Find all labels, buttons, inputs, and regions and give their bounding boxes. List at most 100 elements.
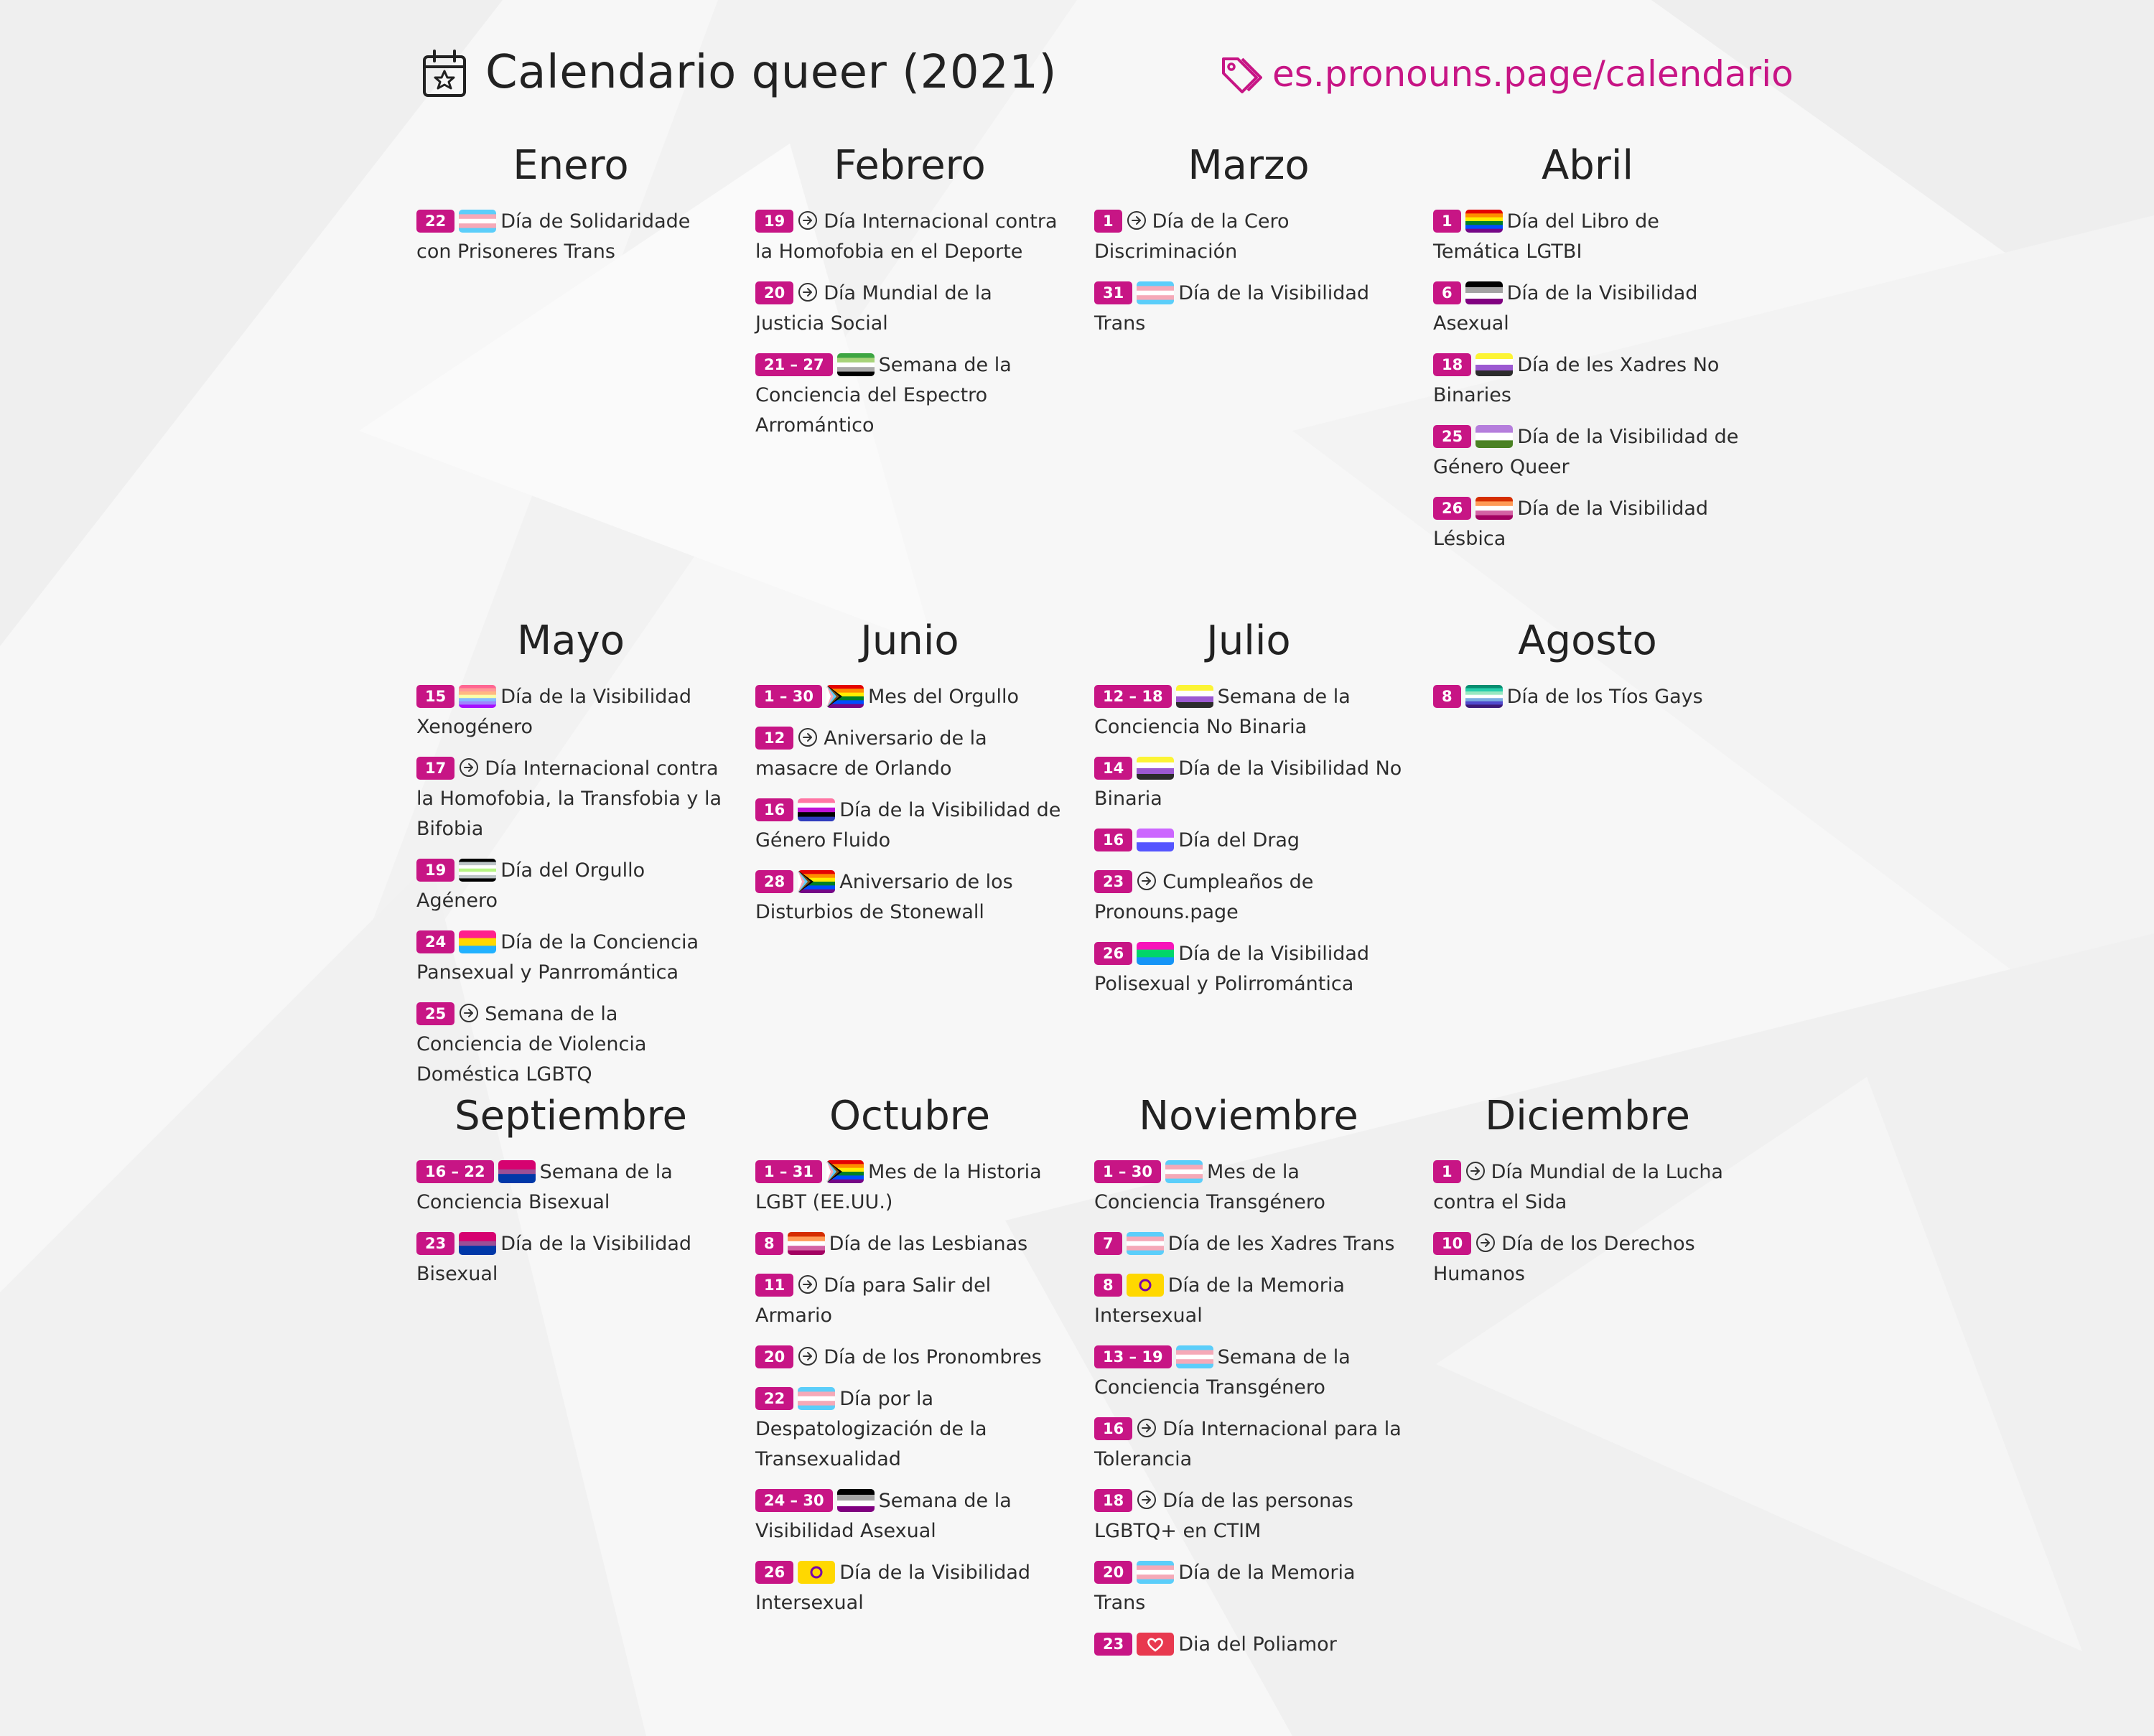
event-date-badge: 20 (1094, 1560, 1133, 1584)
calendar-event[interactable]: 7 Día de les Xadres Trans (1094, 1229, 1403, 1259)
calendar-event[interactable]: 15 Día de la Visibilidad Xenogénero (416, 682, 725, 742)
arrow-circle-icon (1137, 871, 1157, 891)
calendar-event[interactable]: 12 – 18 Semana de la Conciencia No Binari… (1094, 682, 1403, 742)
event-date-badge: 1 (1433, 1159, 1461, 1183)
arrow-circle-icon (1137, 1418, 1157, 1438)
calendar-event[interactable]: 16 – 22 Semana de la Conciencia Bisexual (416, 1157, 725, 1218)
calendar-event[interactable]: 10 Día de los Derechos Humanos (1433, 1229, 1742, 1289)
event-date-badge: 26 (755, 1560, 794, 1584)
event-date-badge: 10 (1433, 1231, 1472, 1255)
month-febrero: Febrero 19 Día Internacional contra la Hom… (755, 141, 1064, 452)
calendar-event[interactable]: 1 – 31 Mes de la Historia LGBT (EE.UU.) (755, 1157, 1064, 1218)
event-date-badge: 22 (755, 1386, 794, 1410)
event-date-badge: 23 (1094, 869, 1133, 893)
month-title: Septiembre (454, 1093, 687, 1139)
asexual-flag-icon (836, 1488, 875, 1512)
calendar-event[interactable]: 19 Día Internacional contra la Homofobia … (755, 207, 1064, 267)
event-date-badge: 8 (755, 1231, 783, 1255)
event-date-badge: 16 – 22 (416, 1159, 494, 1183)
event-date-badge: 28 (755, 869, 794, 893)
nonbinary-flag-icon (1175, 684, 1213, 708)
calendar-event[interactable]: 23 Día de la Visibilidad Bisexual (416, 1229, 725, 1289)
calendar-event[interactable]: 8 Día de la Memoria Intersexual (1094, 1271, 1403, 1331)
event-date-badge: 8 (1094, 1273, 1122, 1297)
calendar-event[interactable]: 11 Día para Salir del Armario (755, 1271, 1064, 1331)
event-date-badge: 25 (416, 1002, 455, 1025)
arrow-circle-icon (1465, 1161, 1486, 1181)
lesbian-flag-icon (787, 1231, 825, 1255)
calendar-event[interactable]: 18 Día de las personas LGBTQ+ en CTIM (1094, 1486, 1403, 1546)
nonbinary-flag-icon (1137, 756, 1175, 780)
calendar-event[interactable]: 16 Día del Drag (1094, 826, 1403, 856)
calendar-event[interactable]: 25 Día de la Visibilidad de Género Queer (1433, 422, 1742, 482)
event-date-badge: 24 (416, 930, 455, 953)
progress-flag-icon (826, 684, 864, 708)
month-noviembre: Noviembre 1 – 30 Mes de la Conciencia Tran… (1094, 1091, 1403, 1671)
calendar-event[interactable]: 22 Día de Solidaridade con Prisoneres Tra… (416, 207, 725, 267)
calendar-event[interactable]: 18 Día de les Xadres No Binaries (1433, 350, 1742, 411)
arrow-circle-icon (798, 1346, 818, 1366)
calendar-event[interactable]: 1 Día Mundial de la Lucha contra el Sida (1433, 1157, 1742, 1218)
arrow-circle-icon (459, 757, 479, 778)
calendar-event[interactable]: 24 Día de la Conciencia Pansexual y Panrr… (416, 928, 725, 988)
calendar-event[interactable]: 31 Día de la Visibilidad Trans (1094, 279, 1403, 339)
event-date-badge: 15 (416, 684, 455, 708)
calendar-event[interactable]: 8 Día de los Tíos Gays (1433, 682, 1742, 712)
event-date-badge: 21 – 27 (755, 353, 833, 376)
calendar-event[interactable]: 26 Día de la Visibilidad Polisexual y Pol… (1094, 939, 1403, 999)
month-abril: Abril 1 Día del Libro de Temática LGTBI 6 Dí… (1433, 141, 1742, 566)
trans-flag-icon (1137, 281, 1175, 304)
event-date-badge: 11 (755, 1273, 794, 1297)
arrow-circle-icon (1475, 1233, 1496, 1253)
calendar-event[interactable]: 16 Día Internacional para la Tolerancia (1094, 1414, 1403, 1475)
event-date-badge: 18 (1433, 353, 1472, 376)
calendar-event[interactable]: 28 Aniversario de los Disturbios de Stone… (755, 867, 1064, 928)
calendar-event[interactable]: 20 Día de los Pronombres (755, 1343, 1064, 1373)
calendar-event[interactable]: 16 Día de la Visibilidad de Género Fluido (755, 795, 1064, 856)
event-date-badge: 8 (1433, 684, 1461, 708)
intersex-flag-icon (798, 1560, 836, 1584)
calendar-event[interactable]: 24 – 30 Semana de la Visibilidad Asexual (755, 1486, 1064, 1546)
event-date-badge: 18 (1094, 1488, 1133, 1512)
calendar-event[interactable]: 25 Semana de la Conciencia de Violencia D… (416, 999, 725, 1090)
calendar-event[interactable]: 19 Día del Orgullo Agénero (416, 856, 725, 916)
calendar-event[interactable]: 8 Día de las Lesbianas (755, 1229, 1064, 1259)
event-date-badge: 25 (1433, 424, 1472, 448)
trans-flag-icon (798, 1386, 836, 1410)
event-label: Día del Drag (1178, 829, 1300, 851)
trans-flag-icon (459, 209, 497, 233)
calendar-event[interactable]: 23 Cumpleaños de Pronouns.page (1094, 867, 1403, 928)
calendar-event[interactable]: 23 Dia del Poliamor (1094, 1630, 1403, 1660)
trans-flag-icon (1137, 1560, 1175, 1584)
calendar-event[interactable]: 13 – 19 Semana de la Conciencia Transgéne… (1094, 1343, 1403, 1403)
event-date-badge: 12 (755, 726, 794, 750)
month-title: Febrero (834, 142, 986, 189)
agender-flag-icon (459, 858, 497, 882)
calendar-event[interactable]: 6 Día de la Visibilidad Asexual (1433, 279, 1742, 339)
bisexual-flag-icon (498, 1159, 536, 1183)
event-label: Día de la Cero Discriminación (1094, 210, 1290, 263)
calendar-event[interactable]: 26 Día de la Visibilidad Intersexual (755, 1558, 1064, 1618)
genderqueer-flag-icon (1475, 424, 1514, 448)
trans-flag-icon (1126, 1231, 1164, 1255)
event-date-badge: 24 – 30 (755, 1488, 833, 1512)
calendar-event[interactable]: 14 Día de la Visibilidad No Binaria (1094, 754, 1403, 814)
calendar-event[interactable]: 12 Aniversario de la masacre de Orlando (755, 724, 1064, 784)
calendar-event[interactable]: 17 Día Internacional contra la Homofobia,… (416, 754, 725, 844)
calendar-event[interactable]: 22 Día por la Despatologización de la Tra… (755, 1384, 1064, 1475)
calendar-event[interactable]: 26 Día de la Visibilidad Lésbica (1433, 494, 1742, 554)
calendar-event[interactable]: 20 Día Mundial de la Justicia Social (755, 279, 1064, 339)
genderfluid-flag-icon (798, 798, 836, 821)
calendar-event[interactable]: 1 – 30 Mes de la Conciencia Transgénero (1094, 1157, 1403, 1218)
site-url-link[interactable]: es.pronouns.page/calendario (1272, 53, 1794, 95)
calendar-event[interactable]: 1 Día del Libro de Temática LGTBI (1433, 207, 1742, 267)
event-date-badge: 1 – 31 (755, 1159, 822, 1183)
event-label: Día de la Visibilidad Lésbica (1433, 498, 1709, 550)
calendar-event[interactable]: 21 – 27 Semana de la Conciencia del Espec… (755, 350, 1064, 441)
event-date-badge: 16 (1094, 1417, 1133, 1440)
trans-flag-icon (1175, 1345, 1213, 1368)
calendar-event[interactable]: 20 Día de la Memoria Trans (1094, 1558, 1403, 1618)
month-julio: Julio 12 – 18 Semana de la Conciencia No B… (1094, 616, 1403, 1011)
calendar-event[interactable]: 1 Día de la Cero Discriminación (1094, 207, 1403, 267)
calendar-event[interactable]: 1 – 30 Mes del Orgullo (755, 682, 1064, 712)
